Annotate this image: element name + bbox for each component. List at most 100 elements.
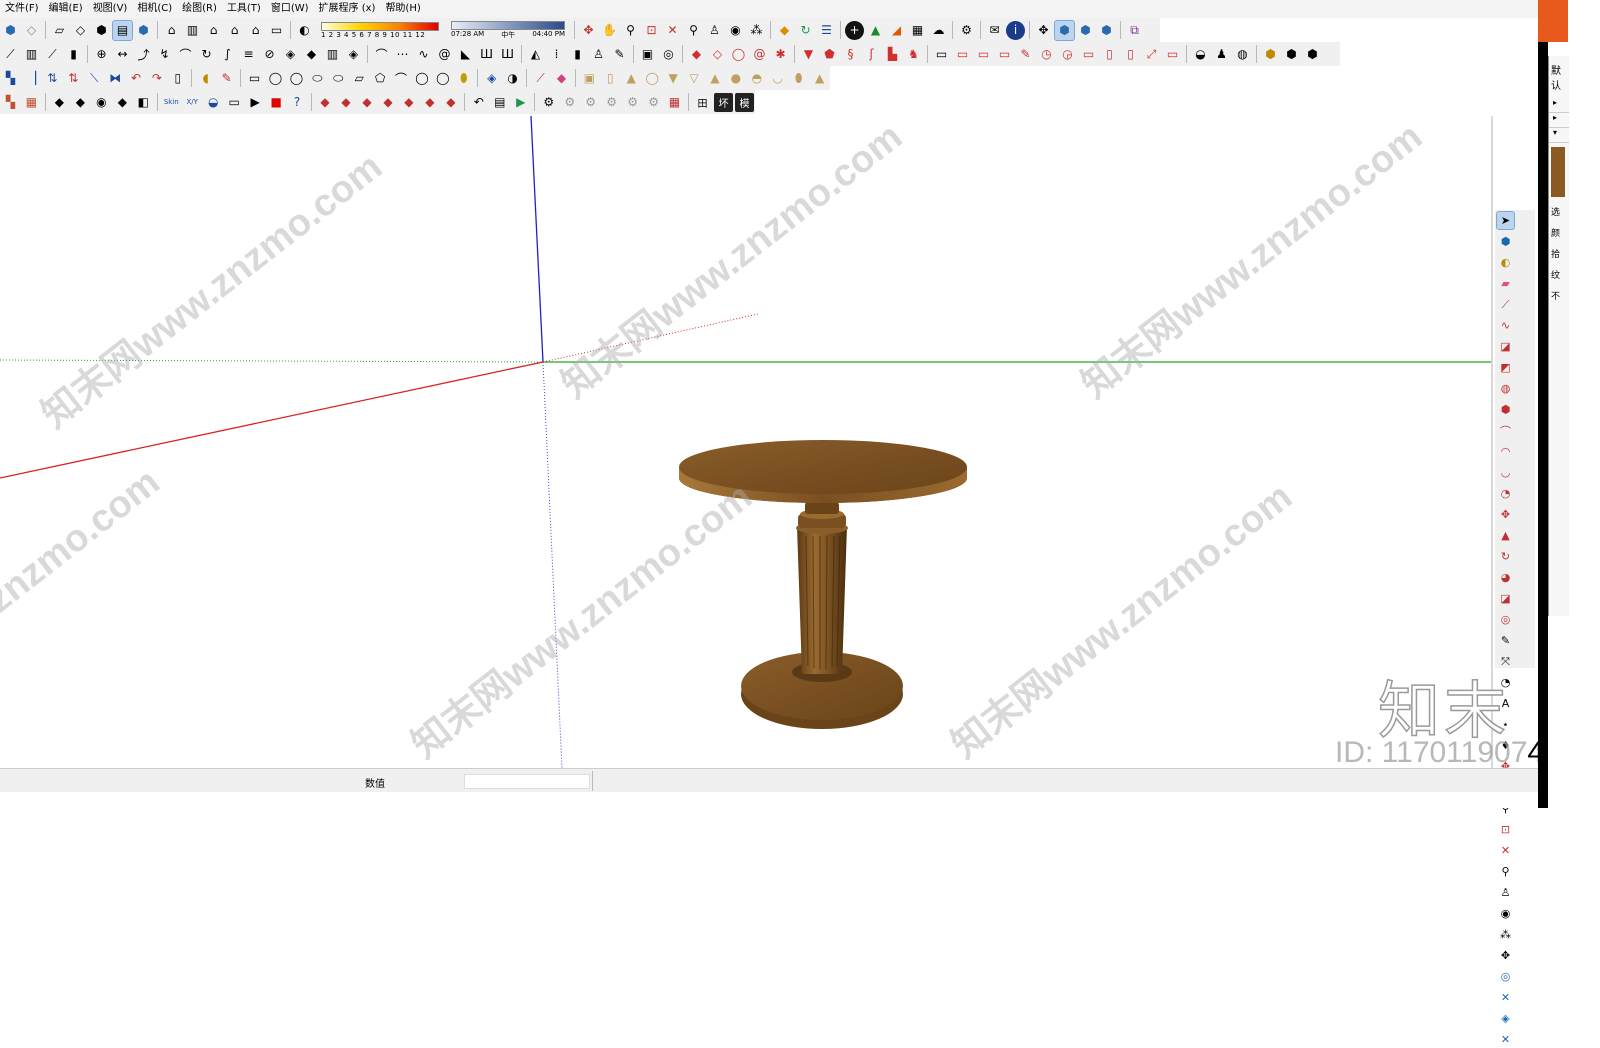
- pen-icon[interactable]: ✎: [217, 69, 236, 88]
- undo-a-icon[interactable]: ↶: [127, 69, 146, 88]
- move-icon[interactable]: ✥: [1034, 21, 1053, 40]
- zoom-window-b-icon[interactable]: ⊡: [1497, 821, 1514, 838]
- right-icon[interactable]: ⌂: [246, 21, 265, 40]
- view-b-icon[interactable]: ⬢: [1076, 21, 1095, 40]
- tray-row[interactable]: ▸: [1549, 113, 1569, 128]
- arc-a-icon[interactable]: ⌒: [392, 69, 411, 88]
- person-icon[interactable]: ♙: [589, 45, 608, 64]
- mirror-icon[interactable]: ◭: [526, 45, 545, 64]
- mail-icon[interactable]: ✉: [985, 21, 1004, 40]
- rotate-b-icon[interactable]: ↻: [1497, 548, 1514, 565]
- pyramid-icon[interactable]: ▲: [706, 69, 725, 88]
- column-icon[interactable]: Ш: [498, 45, 517, 64]
- model-icon[interactable]: ⬢: [134, 21, 153, 40]
- follow-icon[interactable]: ◈: [482, 69, 501, 88]
- list-icon[interactable]: ▤: [490, 93, 509, 112]
- plane-icon[interactable]: ▭: [225, 93, 244, 112]
- undo-b-icon[interactable]: ↷: [147, 69, 166, 88]
- frustum-icon[interactable]: ▽: [685, 69, 704, 88]
- measurements-input[interactable]: [464, 774, 590, 789]
- material-swatch[interactable]: [1551, 147, 1565, 197]
- grid-tool-icon[interactable]: ▥: [22, 45, 41, 64]
- pushpull-icon[interactable]: ▲: [1497, 527, 1514, 544]
- axis-a-icon[interactable]: ▚: [1, 69, 20, 88]
- menu-edit[interactable]: 编辑(E): [44, 0, 88, 18]
- eraser-icon[interactable]: ◇: [22, 21, 41, 40]
- offset-icon[interactable]: ⤴: [134, 45, 153, 64]
- shadow-time-slider[interactable]: 07:28 AM 中午 04:40 PM: [451, 20, 565, 40]
- cone-icon[interactable]: ▲: [622, 69, 641, 88]
- elephant-icon[interactable]: ♞: [904, 45, 923, 64]
- torus-icon[interactable]: ◯: [643, 69, 662, 88]
- doc-icon[interactable]: ▯: [1100, 45, 1119, 64]
- rect-icon[interactable]: ▭: [245, 69, 264, 88]
- lathe-icon[interactable]: ◑: [503, 69, 522, 88]
- stair-tool-icon[interactable]: ⟋: [1, 45, 20, 64]
- freehand-icon[interactable]: ∿: [1497, 317, 1514, 334]
- 3d-viewport[interactable]: [0, 116, 1491, 768]
- walk-b-icon[interactable]: ⁂: [1497, 926, 1514, 943]
- pin-g-icon[interactable]: ◆: [441, 93, 460, 112]
- export-icon[interactable]: ☰: [817, 21, 836, 40]
- menu-file[interactable]: 文件(F): [0, 0, 44, 18]
- chart-icon[interactable]: ▙: [883, 45, 902, 64]
- cup-icon[interactable]: ◒: [1191, 45, 1210, 64]
- funnel-icon[interactable]: ▼: [799, 45, 818, 64]
- shadow-time-bar[interactable]: [451, 20, 565, 30]
- view-c-icon[interactable]: ⬢: [1097, 21, 1116, 40]
- tree-icon[interactable]: ▲: [866, 21, 885, 40]
- align-icon[interactable]: ⊕: [92, 45, 111, 64]
- menu-tools[interactable]: 工具(T): [222, 0, 266, 18]
- eraser-c-icon[interactable]: ▰: [1497, 275, 1514, 292]
- menu-camera[interactable]: 相机(C): [132, 0, 177, 18]
- polygon-b-icon[interactable]: ⬢: [1497, 401, 1514, 418]
- edge-icon[interactable]: ⊘: [260, 45, 279, 64]
- curl-icon[interactable]: @: [750, 45, 769, 64]
- texture-icon[interactable]: ▚: [1, 93, 20, 112]
- tray-row[interactable]: ▾: [1549, 128, 1569, 143]
- line-icon[interactable]: ⟋: [1497, 296, 1514, 313]
- sand-d-icon[interactable]: ◆: [113, 93, 132, 112]
- file-a-icon[interactable]: ▭: [932, 45, 951, 64]
- warehouse-icon[interactable]: ◎: [1497, 968, 1514, 985]
- pan-icon[interactable]: ✋: [600, 21, 619, 40]
- huai-button[interactable]: 坏: [714, 92, 733, 112]
- eraser-b-icon[interactable]: ◆: [552, 69, 571, 88]
- view-a-icon[interactable]: ⬢: [1054, 19, 1075, 41]
- array-icon[interactable]: ⁞: [547, 45, 566, 64]
- cube-b-icon[interactable]: ⬢: [1282, 45, 1301, 64]
- plus-icon[interactable]: +: [845, 20, 864, 40]
- cog-e-icon[interactable]: ⚙: [623, 93, 642, 112]
- terrain-icon[interactable]: ▦: [22, 93, 41, 112]
- curve-icon[interactable]: ⌒: [372, 45, 391, 64]
- window-icon[interactable]: ▭: [974, 45, 993, 64]
- arc-icon[interactable]: ⌒: [176, 45, 195, 64]
- select-arrow-icon[interactable]: ➤: [1496, 211, 1515, 230]
- paint-bucket-icon[interactable]: ◐: [1497, 254, 1514, 271]
- layers-icon[interactable]: ▤: [112, 19, 133, 41]
- pin-e-icon[interactable]: ◆: [399, 93, 418, 112]
- cube-icon[interactable]: ▣: [580, 69, 599, 88]
- target-icon[interactable]: ◎: [659, 45, 678, 64]
- sand-b-icon[interactable]: ◆: [71, 93, 90, 112]
- stairs-icon[interactable]: ◢: [887, 21, 906, 40]
- menu-extensions[interactable]: 扩展程序 (x): [314, 0, 381, 18]
- cog-a-icon[interactable]: ⚙: [539, 93, 558, 112]
- funnel-b-icon[interactable]: ▼: [664, 69, 683, 88]
- note-icon[interactable]: ▯: [168, 69, 187, 88]
- ring-a-icon[interactable]: ◯: [413, 69, 432, 88]
- pin-c-icon[interactable]: ◆: [358, 93, 377, 112]
- rotated-rect-icon[interactable]: ◩: [1497, 359, 1514, 376]
- shadow-icon[interactable]: ◐: [295, 21, 314, 40]
- panel-icon[interactable]: ▭: [995, 45, 1014, 64]
- axis-b-icon[interactable]: ▕: [22, 69, 41, 88]
- circle-a-icon[interactable]: ◯: [266, 69, 285, 88]
- pencil-icon[interactable]: ✎: [1016, 45, 1035, 64]
- divide-icon[interactable]: ≡: [239, 45, 258, 64]
- undo-icon[interactable]: ↶: [469, 93, 488, 112]
- weld-icon[interactable]: ∫: [218, 45, 237, 64]
- globe-icon[interactable]: ◍: [1233, 45, 1252, 64]
- arc-b-icon[interactable]: ⌒: [1497, 422, 1514, 439]
- iso-icon[interactable]: ⌂: [162, 21, 181, 40]
- tray-row[interactable]: ▸: [1549, 98, 1569, 113]
